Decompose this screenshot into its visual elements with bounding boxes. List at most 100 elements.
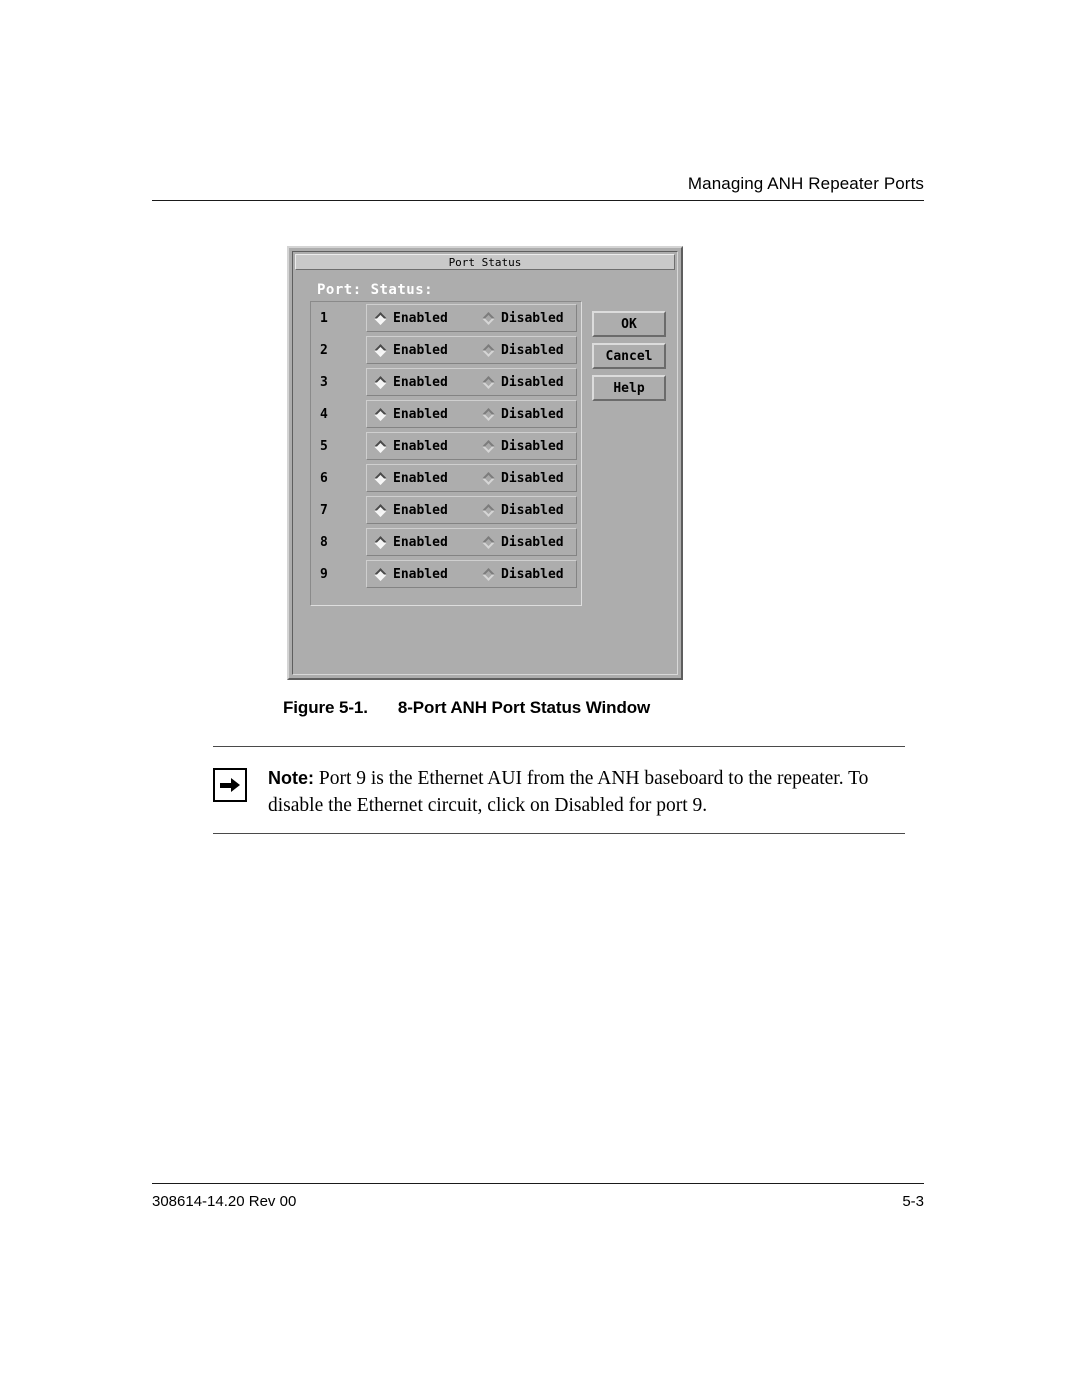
figure-caption-number: Figure 5-1. (283, 698, 368, 717)
note-text: Note: Port 9 is the Ethernet AUI from th… (268, 765, 905, 819)
help-button[interactable]: Help (592, 375, 666, 401)
diamond-radio-icon[interactable] (482, 567, 495, 581)
ok-button[interactable]: OK (592, 311, 666, 337)
diamond-radio-icon[interactable] (482, 471, 495, 485)
dialog-button-column: OK Cancel Help (592, 311, 666, 407)
diamond-radio-icon[interactable] (374, 503, 387, 517)
port-status-radio-group: Enabled Disabled (366, 528, 577, 556)
radio-disabled-port-6[interactable]: Disabled (482, 465, 564, 491)
port-row: 7 Enabled Disabled (311, 494, 581, 526)
radio-disabled-label: Disabled (501, 534, 564, 550)
port-status-radio-group: Enabled Disabled (366, 400, 577, 428)
help-button-label: Help (613, 380, 645, 396)
cancel-button-label: Cancel (605, 348, 653, 364)
diamond-radio-icon[interactable] (482, 375, 495, 389)
radio-disabled-label: Disabled (501, 374, 564, 390)
page-running-header: Managing ANH Repeater Ports (152, 174, 924, 201)
radio-enabled-label: Enabled (393, 566, 448, 582)
running-header-text: Managing ANH Repeater Ports (687, 174, 924, 193)
diamond-radio-icon[interactable] (374, 567, 387, 581)
radio-disabled-label: Disabled (501, 502, 564, 518)
radio-disabled-label: Disabled (501, 438, 564, 454)
radio-enabled-port-1[interactable]: Enabled (374, 305, 482, 331)
port-number-label: 9 (320, 566, 328, 582)
radio-disabled-port-1[interactable]: Disabled (482, 305, 564, 331)
port-row: 9 Enabled Disabled (311, 558, 581, 590)
radio-enabled-label: Enabled (393, 342, 448, 358)
diamond-radio-icon[interactable] (374, 343, 387, 357)
diamond-radio-icon[interactable] (482, 311, 495, 325)
note-message: Port 9 is the Ethernet AUI from the ANH … (268, 768, 869, 816)
diamond-radio-icon[interactable] (374, 439, 387, 453)
radio-disabled-port-9[interactable]: Disabled (482, 561, 564, 587)
port-status-radio-group: Enabled Disabled (366, 464, 577, 492)
port-row: 8 Enabled Disabled (311, 526, 581, 558)
document-id: 308614-14.20 Rev 00 (152, 1193, 297, 1210)
diamond-radio-icon[interactable] (374, 471, 387, 485)
radio-enabled-port-3[interactable]: Enabled (374, 369, 482, 395)
note-body: Note: Port 9 is the Ethernet AUI from th… (213, 747, 905, 833)
port-row: 2 Enabled Disabled (311, 334, 581, 366)
radio-disabled-port-3[interactable]: Disabled (482, 369, 564, 395)
radio-disabled-label: Disabled (501, 566, 564, 582)
radio-enabled-label: Enabled (393, 534, 448, 550)
radio-enabled-port-4[interactable]: Enabled (374, 401, 482, 427)
port-status-column-label: Port: Status: (317, 282, 434, 298)
radio-enabled-label: Enabled (393, 470, 448, 486)
radio-enabled-port-7[interactable]: Enabled (374, 497, 482, 523)
port-status-radio-group: Enabled Disabled (366, 336, 577, 364)
diamond-radio-icon[interactable] (374, 375, 387, 389)
radio-enabled-label: Enabled (393, 438, 448, 454)
radio-disabled-port-4[interactable]: Disabled (482, 401, 564, 427)
diamond-radio-icon[interactable] (482, 407, 495, 421)
page-footer: 308614-14.20 Rev 00 5-3 (152, 1183, 924, 1210)
diamond-radio-icon[interactable] (374, 407, 387, 421)
radio-disabled-port-2[interactable]: Disabled (482, 337, 564, 363)
port-status-radio-group: Enabled Disabled (366, 496, 577, 524)
port-row: 6 Enabled Disabled (311, 462, 581, 494)
radio-disabled-port-5[interactable]: Disabled (482, 433, 564, 459)
page-number: 5-3 (902, 1193, 924, 1210)
port-row: 5 Enabled Disabled (311, 430, 581, 462)
port-status-dialog: Port Status Port: Status: 1 Enabled Disabl… (287, 246, 683, 680)
radio-enabled-port-9[interactable]: Enabled (374, 561, 482, 587)
diamond-radio-icon[interactable] (482, 535, 495, 549)
port-number-label: 1 (320, 310, 328, 326)
radio-enabled-port-6[interactable]: Enabled (374, 465, 482, 491)
port-status-radio-group: Enabled Disabled (366, 432, 577, 460)
note-bottom-divider (213, 833, 905, 834)
dialog-client-area: Port Status Port: Status: 1 Enabled Disabl… (292, 251, 678, 675)
diamond-radio-icon[interactable] (374, 311, 387, 325)
radio-enabled-port-8[interactable]: Enabled (374, 529, 482, 555)
note-block: Note: Port 9 is the Ethernet AUI from th… (213, 746, 905, 834)
port-number-label: 6 (320, 470, 328, 486)
radio-disabled-port-8[interactable]: Disabled (482, 529, 564, 555)
figure-caption-title: 8-Port ANH Port Status Window (397, 698, 651, 717)
cancel-button[interactable]: Cancel (592, 343, 666, 369)
diamond-radio-icon[interactable] (482, 503, 495, 517)
radio-disabled-label: Disabled (501, 470, 564, 486)
port-row: 4 Enabled Disabled (311, 398, 581, 430)
diamond-radio-icon[interactable] (482, 343, 495, 357)
port-number-label: 7 (320, 502, 328, 518)
port-number-label: 8 (320, 534, 328, 550)
diamond-radio-icon[interactable] (374, 535, 387, 549)
ok-button-label: OK (621, 316, 637, 332)
port-status-radio-group: Enabled Disabled (366, 560, 577, 588)
radio-disabled-label: Disabled (501, 342, 564, 358)
radio-enabled-port-5[interactable]: Enabled (374, 433, 482, 459)
note-lead-label: Note: (268, 768, 314, 788)
dialog-titlebar: Port Status (295, 254, 675, 270)
port-list-frame: 1 Enabled Disabled 2 Enabled Disabled 3 Enabled… (310, 301, 582, 606)
radio-disabled-label: Disabled (501, 406, 564, 422)
dialog-title: Port Status (448, 255, 522, 269)
port-row: 1 Enabled Disabled (311, 302, 581, 334)
port-number-label: 2 (320, 342, 328, 358)
radio-enabled-port-2[interactable]: Enabled (374, 337, 482, 363)
arrow-right-icon (213, 768, 247, 802)
radio-enabled-label: Enabled (393, 310, 448, 326)
footer-row: 308614-14.20 Rev 00 5-3 (152, 1184, 924, 1210)
header-divider (152, 200, 924, 201)
diamond-radio-icon[interactable] (482, 439, 495, 453)
radio-disabled-port-7[interactable]: Disabled (482, 497, 564, 523)
